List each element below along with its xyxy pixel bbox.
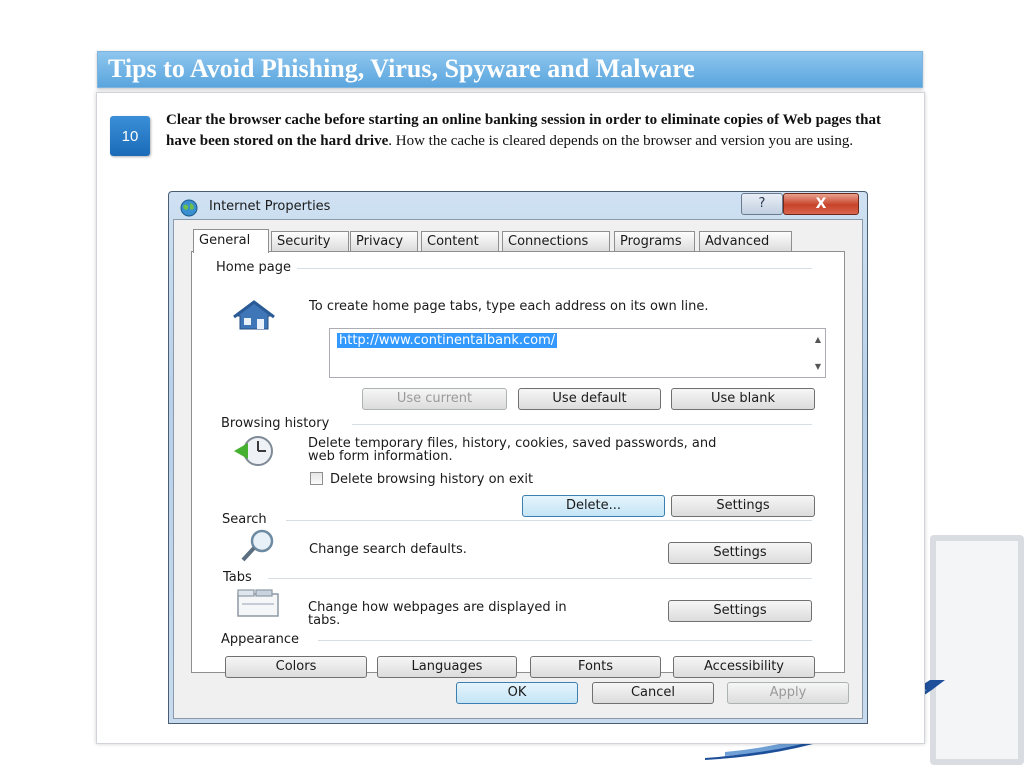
section-divider <box>268 578 812 579</box>
appearance-label: Appearance <box>221 632 306 647</box>
home-page-instruction: To create home page tabs, type each addr… <box>309 299 709 314</box>
dialog-body: General Security Privacy Content Connect… <box>173 219 863 719</box>
search-settings-button[interactable]: Settings <box>668 542 812 564</box>
tip-text: Clear the browser cache before starting … <box>166 110 896 152</box>
tab-general[interactable]: General <box>193 229 269 253</box>
tab-programs[interactable]: Programs <box>614 231 695 251</box>
tab-privacy[interactable]: Privacy <box>350 231 418 251</box>
delete-button[interactable]: Delete... <box>522 495 665 517</box>
tab-connections[interactable]: Connections <box>502 231 610 251</box>
browsing-history-label: Browsing history <box>221 416 336 431</box>
section-divider <box>352 424 812 425</box>
accessibility-button[interactable]: Accessibility <box>673 656 815 678</box>
tip-text-rest: . How the cache is cleared depends on th… <box>388 133 854 149</box>
browsing-history-settings-button[interactable]: Settings <box>671 495 815 517</box>
scroll-down-icon[interactable]: ▼ <box>815 362 821 371</box>
fonts-button[interactable]: Fonts <box>530 656 661 678</box>
home-page-label: Home page <box>216 260 297 275</box>
help-button[interactable]: ? <box>741 193 783 215</box>
tabs-icon <box>237 589 279 617</box>
tabs-settings-button[interactable]: Settings <box>668 600 812 622</box>
delete-history-on-exit-label[interactable]: Delete browsing history on exit <box>330 473 533 486</box>
internet-properties-dialog: Internet Properties ? X General Security… <box>168 191 868 724</box>
use-default-button[interactable]: Use default <box>518 388 661 410</box>
languages-button[interactable]: Languages <box>377 656 517 678</box>
home-page-url-value: http://www.continentalbank.com/ <box>337 333 558 348</box>
tabs-desc-2: tabs. <box>308 613 341 628</box>
ok-button[interactable]: OK <box>456 682 578 704</box>
section-divider <box>318 640 812 641</box>
delete-history-on-exit-checkbox[interactable] <box>310 472 323 485</box>
tabs-desc-1: Change how webpages are displayed in <box>308 600 567 615</box>
scroll-up-icon[interactable]: ▲ <box>815 335 821 344</box>
dialog-title: Internet Properties <box>209 199 331 214</box>
history-clock-icon <box>234 436 273 466</box>
tab-security[interactable]: Security <box>271 231 349 251</box>
apply-button[interactable]: Apply <box>727 682 849 704</box>
section-divider <box>286 520 812 521</box>
browsing-history-desc-2: web form information. <box>308 449 453 464</box>
tab-advanced[interactable]: Advanced <box>699 231 792 251</box>
tabs-label: Tabs <box>223 570 258 585</box>
slide-title-bar: Tips to Avoid Phishing, Virus, Spyware a… <box>97 51 923 88</box>
use-current-button[interactable]: Use current <box>362 388 507 410</box>
search-description: Change search defaults. <box>309 542 467 557</box>
magnifier-icon <box>241 529 274 562</box>
colors-button[interactable]: Colors <box>225 656 367 678</box>
use-blank-button[interactable]: Use blank <box>671 388 815 410</box>
house-icon <box>233 300 275 330</box>
cancel-button[interactable]: Cancel <box>592 682 714 704</box>
slide-title: Tips to Avoid Phishing, Virus, Spyware a… <box>108 54 695 83</box>
general-tab-page: Home page To create home page tabs, type… <box>191 251 845 678</box>
home-page-url-textarea[interactable]: http://www.continentalbank.com/ ▲ ▼ <box>329 328 826 378</box>
tab-content[interactable]: Content <box>421 231 499 251</box>
tip-number-badge: 10 <box>110 116 150 156</box>
close-button[interactable]: X <box>783 193 859 215</box>
internet-globe-icon <box>180 199 198 217</box>
search-label: Search <box>222 512 273 527</box>
section-divider <box>282 268 812 269</box>
